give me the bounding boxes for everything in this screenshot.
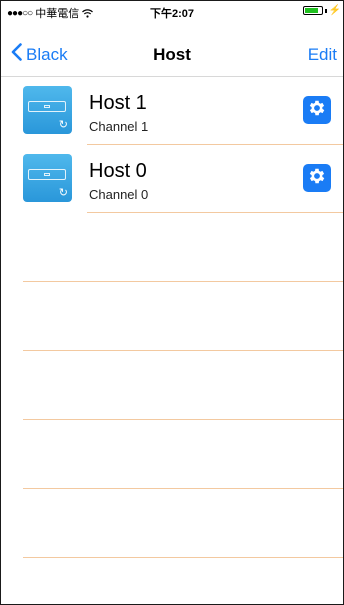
navigation-bar: Black Host Edit [1,21,343,77]
battery-tip [324,8,327,13]
host-channel: Channel 1 [89,119,149,134]
host-name: Host 0 [89,160,147,182]
charging-bolt-icon: ⚡ [328,5,341,16]
gear-icon [307,98,327,123]
list-separator [23,488,343,489]
status-time: 下午2:07 [149,8,195,20]
host-channel: Channel 0 [89,187,149,202]
host-name: Host 1 [89,92,147,114]
list-separator [23,350,343,351]
host-row[interactable]: ↻ Host 0 Channel 0 [1,145,343,213]
status-bar: ●●●○○ 中華電信 下午2:07 ⚡ [1,1,343,21]
host-settings-button[interactable] [303,96,331,124]
host-list: ↻ Host 1 Channel 1 ↻ Host 0 Channel 0 [1,77,343,213]
status-right: ⚡ [302,5,341,16]
app-screen: ●●●○○ 中華電信 下午2:07 ⚡ Black Host Edit ↻ Ho… [0,0,344,605]
battery-icon [302,6,323,15]
page-title: Host [153,45,191,64]
host-device-icon: ↻ [23,154,72,202]
host-row[interactable]: ↻ Host 1 Channel 1 [1,77,343,145]
host-settings-button[interactable] [303,164,331,192]
list-separator [23,419,343,420]
list-separator [87,212,343,213]
battery-fill [304,8,318,13]
device-shape [28,169,66,180]
edit-button[interactable]: Edit [308,45,337,65]
host-device-icon: ↻ [23,86,72,134]
gear-icon [307,166,327,191]
sync-icon: ↻ [58,119,68,131]
device-shape [28,101,66,112]
list-separator [23,281,343,282]
sync-icon: ↻ [58,187,68,199]
list-separator [23,557,343,558]
